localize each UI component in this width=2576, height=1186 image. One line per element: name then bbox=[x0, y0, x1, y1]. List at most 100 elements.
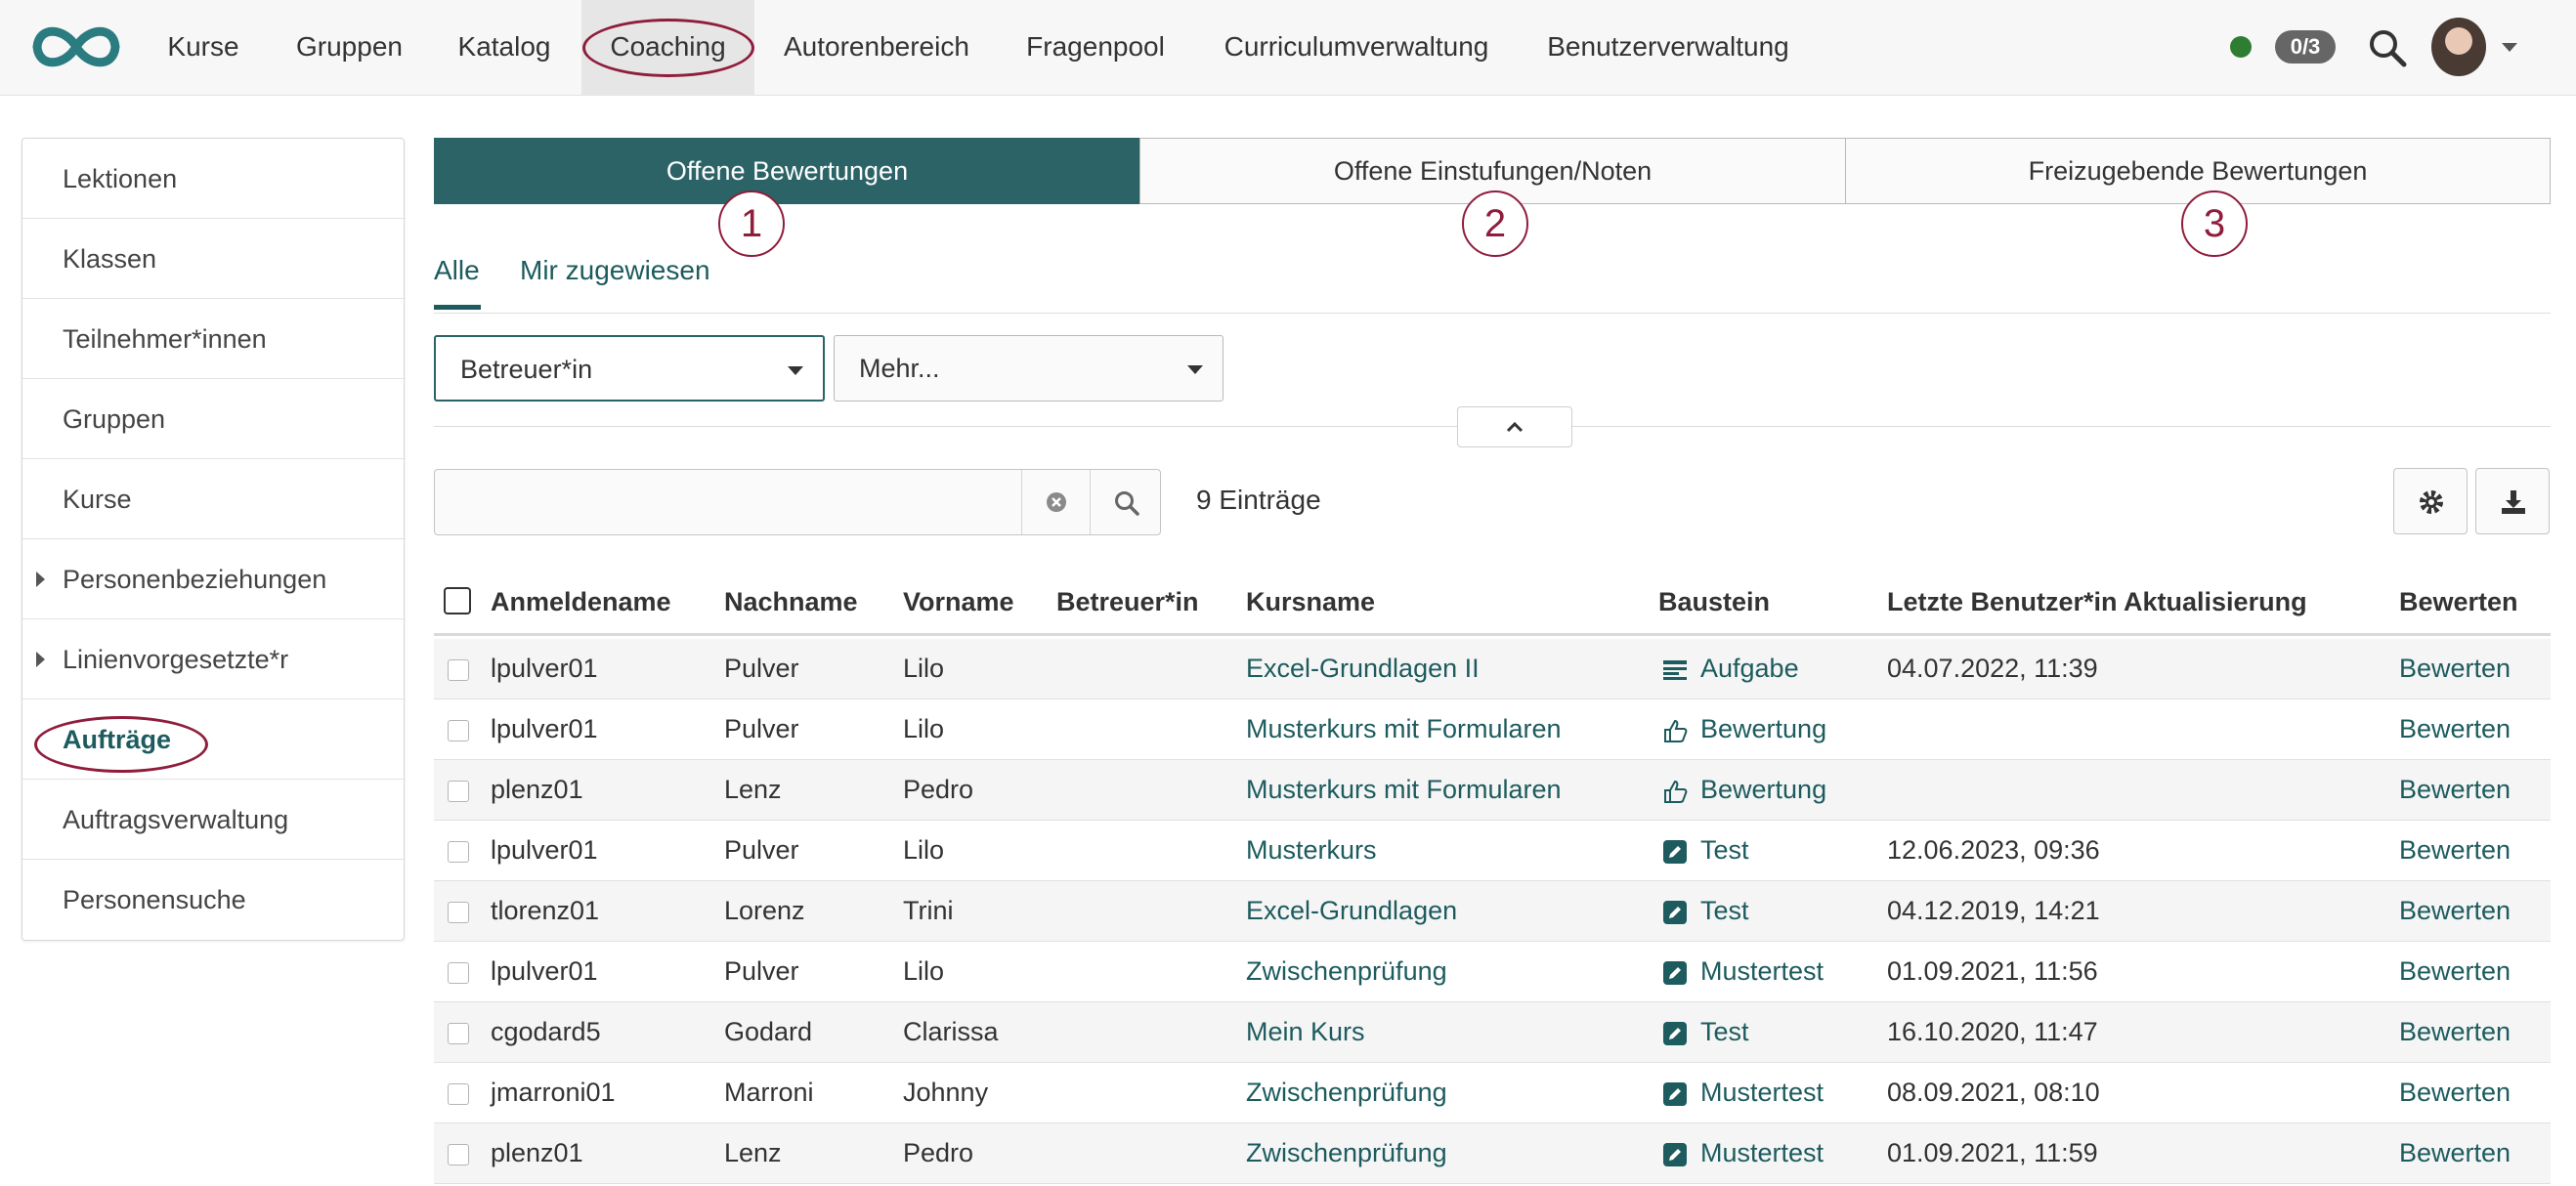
bewerten-link[interactable]: Bewerten bbox=[2399, 896, 2511, 926]
row-checkbox[interactable] bbox=[448, 1144, 469, 1165]
bewerten-link[interactable]: Bewerten bbox=[2399, 1017, 2511, 1047]
nav-item-gruppen[interactable]: Gruppen bbox=[296, 0, 403, 96]
gear-icon bbox=[2420, 490, 2443, 514]
cell-anmeldename: plenz01 bbox=[491, 775, 583, 804]
collapse-filters-button[interactable] bbox=[1457, 406, 1572, 447]
caret-down-icon bbox=[788, 366, 803, 375]
course-link[interactable]: Excel-Grundlagen II bbox=[1246, 654, 1480, 684]
more-filter-dropdown[interactable]: Mehr... bbox=[834, 335, 1224, 402]
cell-anmeldename: lpulver01 bbox=[491, 835, 598, 865]
caret-right-icon[interactable] bbox=[36, 572, 45, 587]
row-checkbox[interactable] bbox=[448, 962, 469, 984]
column-header-anmeldename[interactable]: Anmeldename bbox=[491, 587, 671, 617]
node-link[interactable]: Bewertung bbox=[1700, 714, 1826, 744]
cell-anmeldename: plenz01 bbox=[491, 1138, 583, 1167]
search-input[interactable] bbox=[436, 471, 1020, 533]
column-header-vorname[interactable]: Vorname bbox=[903, 587, 1014, 617]
node-link[interactable]: Mustertest bbox=[1700, 956, 1824, 987]
course-link[interactable]: Mein Kurs bbox=[1246, 1017, 1365, 1047]
table-settings-button[interactable] bbox=[2393, 468, 2468, 534]
search-icon[interactable] bbox=[2367, 27, 2408, 68]
node-link[interactable]: Test bbox=[1700, 1017, 1749, 1047]
sidebar-item-auftraege[interactable]: Aufträge bbox=[22, 699, 404, 780]
clear-icon bbox=[1047, 492, 1066, 512]
clear-search-button[interactable] bbox=[1021, 470, 1090, 534]
row-checkbox[interactable] bbox=[448, 659, 469, 681]
search-button[interactable] bbox=[1090, 470, 1160, 534]
tab-offene-bewertungen[interactable]: Offene Bewertungen bbox=[434, 138, 1140, 204]
bewerten-link[interactable]: Bewerten bbox=[2399, 654, 2511, 684]
highlight-ring-coaching bbox=[582, 19, 754, 77]
sidebar-item-linienvorgesetzte[interactable]: Linienvorgesetzte*r bbox=[22, 619, 404, 699]
column-header-aktualisierung[interactable]: Letzte Benutzer*in Aktualisierung bbox=[1887, 587, 2307, 617]
sidebar-item-teilnehmer[interactable]: Teilnehmer*innen bbox=[22, 299, 404, 379]
bewerten-link[interactable]: Bewerten bbox=[2399, 835, 2511, 866]
row-checkbox[interactable] bbox=[448, 902, 469, 923]
export-button[interactable] bbox=[2475, 468, 2550, 534]
cell-anmeldename: tlorenz01 bbox=[491, 896, 600, 925]
course-link[interactable]: Excel-Grundlagen bbox=[1246, 896, 1457, 926]
cell-anmeldename: lpulver01 bbox=[491, 654, 598, 683]
row-checkbox[interactable] bbox=[448, 720, 469, 741]
bewerten-link[interactable]: Bewerten bbox=[2399, 714, 2511, 744]
row-checkbox[interactable] bbox=[448, 1023, 469, 1044]
select-all-checkbox[interactable] bbox=[444, 587, 471, 614]
nav-item-benutzerverwaltung[interactable]: Benutzerverwaltung bbox=[1547, 0, 1789, 96]
cell-aktualisierung: 16.10.2020, 11:47 bbox=[1887, 1017, 2098, 1046]
avatar[interactable] bbox=[2431, 18, 2486, 76]
node-link[interactable]: Mustertest bbox=[1700, 1138, 1824, 1168]
table-row: lpulver01 Pulver Lilo Musterkurs mit Formul… bbox=[434, 699, 2551, 760]
nav-item-kurse[interactable]: Kurse bbox=[166, 0, 240, 96]
sidebar-item-personenbeziehungen[interactable]: Personenbeziehungen bbox=[22, 539, 404, 619]
nav-item-curriculumverwaltung[interactable]: Curriculumverwaltung bbox=[1222, 0, 1491, 96]
column-header-bewerten[interactable]: Bewerten bbox=[2399, 587, 2518, 617]
course-link[interactable]: Musterkurs mit Formularen bbox=[1246, 714, 1562, 744]
node-link[interactable]: Bewertung bbox=[1700, 775, 1826, 805]
column-header-baustein[interactable]: Baustein bbox=[1658, 587, 1770, 617]
table-row: lpulver01 Pulver Lilo Musterkurs Test 12.06.2… bbox=[434, 821, 2551, 881]
bewerten-link[interactable]: Bewerten bbox=[2399, 1138, 2511, 1168]
bewerten-link[interactable]: Bewerten bbox=[2399, 1078, 2511, 1108]
course-link[interactable]: Musterkurs mit Formularen bbox=[1246, 775, 1562, 805]
column-header-betreuer[interactable]: Betreuer*in bbox=[1056, 587, 1199, 617]
sidebar-item-auftragsverwaltung[interactable]: Auftragsverwaltung bbox=[22, 780, 404, 860]
course-link[interactable]: Musterkurs bbox=[1246, 835, 1377, 866]
nav-item-katalog[interactable]: Katalog bbox=[457, 0, 551, 96]
sidebar-item-personensuche[interactable]: Personensuche bbox=[22, 860, 404, 940]
sidebar-item-lektionen[interactable]: Lektionen bbox=[22, 139, 404, 219]
bewerten-link[interactable]: Bewerten bbox=[2399, 956, 2511, 987]
test-edit-icon bbox=[1662, 1081, 1688, 1107]
sidebar-item-kurse[interactable]: Kurse bbox=[22, 459, 404, 539]
subtab-mir-zugewiesen[interactable]: Mir zugewiesen bbox=[520, 255, 710, 286]
column-header-kursname[interactable]: Kursname bbox=[1246, 587, 1375, 617]
coach-filter-dropdown[interactable]: Betreuer*in bbox=[434, 335, 825, 402]
course-link[interactable]: Zwischenprüfung bbox=[1246, 1078, 1447, 1108]
column-header-nachname[interactable]: Nachname bbox=[724, 587, 858, 617]
status-badge[interactable]: 0/3 bbox=[2275, 30, 2336, 64]
subtabs-divider bbox=[434, 313, 2551, 314]
table-row: jmarroni01 Marroni Johnny Zwischenprüfung Mu… bbox=[434, 1063, 2551, 1123]
table-row: plenz01 Lenz Pedro Zwischenprüfung Mustertes… bbox=[434, 1123, 2551, 1184]
cell-aktualisierung: 12.06.2023, 09:36 bbox=[1887, 835, 2100, 865]
node-link[interactable]: Mustertest bbox=[1700, 1078, 1824, 1108]
sidebar-item-gruppen[interactable]: Gruppen bbox=[22, 379, 404, 459]
node-link[interactable]: Test bbox=[1700, 896, 1749, 926]
node-link[interactable]: Aufgabe bbox=[1700, 654, 1799, 684]
sidebar-item-klassen[interactable]: Klassen bbox=[22, 219, 404, 299]
bewerten-link[interactable]: Bewerten bbox=[2399, 775, 2511, 805]
row-checkbox[interactable] bbox=[448, 781, 469, 802]
callout-marker-3: 3 bbox=[2181, 191, 2248, 257]
nav-item-autorenbereich[interactable]: Autorenbereich bbox=[784, 0, 969, 96]
course-link[interactable]: Zwischenprüfung bbox=[1246, 956, 1447, 987]
row-checkbox[interactable] bbox=[448, 1083, 469, 1105]
nav-item-fragenpool[interactable]: Fragenpool bbox=[1026, 0, 1165, 96]
subtab-alle[interactable]: Alle bbox=[434, 255, 480, 286]
infinity-logo-icon[interactable] bbox=[25, 20, 127, 74]
course-link[interactable]: Zwischenprüfung bbox=[1246, 1138, 1447, 1168]
node-link[interactable]: Test bbox=[1700, 835, 1749, 866]
test-edit-icon bbox=[1662, 900, 1688, 925]
caret-right-icon[interactable] bbox=[36, 652, 45, 667]
row-checkbox[interactable] bbox=[448, 841, 469, 863]
caret-down-icon[interactable] bbox=[2502, 43, 2517, 52]
search-icon bbox=[1115, 491, 1139, 516]
